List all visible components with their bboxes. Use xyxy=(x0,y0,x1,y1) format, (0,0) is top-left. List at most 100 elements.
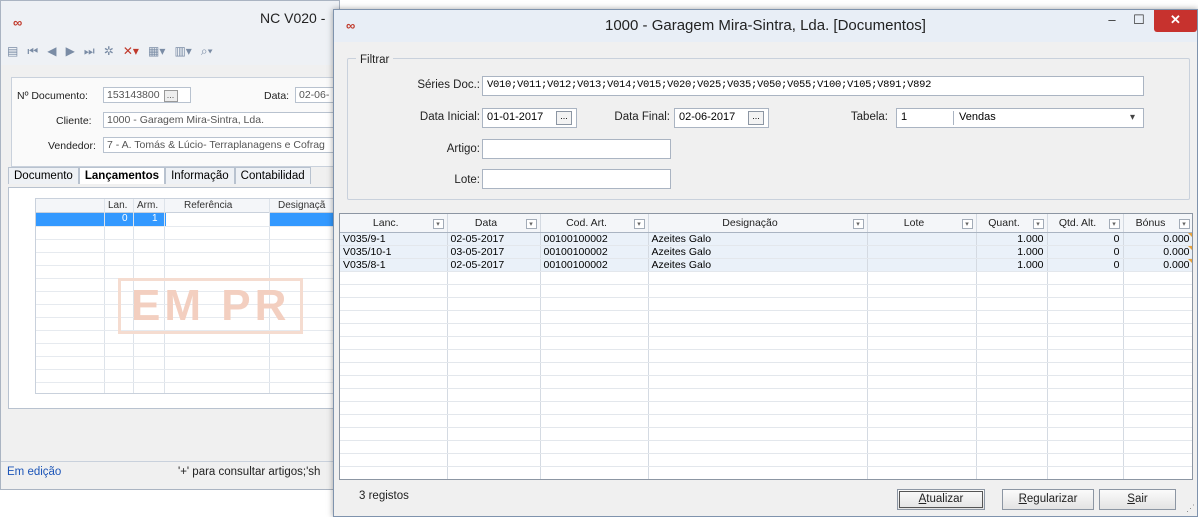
settings-icon[interactable]: ✲ xyxy=(104,44,114,58)
start-date-picker-button[interactable]: ... xyxy=(556,111,572,125)
col-header-lote[interactable]: Lote ▾ xyxy=(867,214,977,233)
filter-dropdown-icon[interactable]: ▾ xyxy=(1032,218,1044,229)
table-select[interactable]: 1 Vendas ▾ xyxy=(896,108,1144,128)
regularize-button[interactable]: Regularizar xyxy=(1002,489,1094,510)
cell-quant: 1.000 xyxy=(976,245,1048,259)
empty-row xyxy=(340,310,1192,324)
empty-cell xyxy=(867,336,977,350)
cell-data: 03-05-2017 xyxy=(447,245,541,259)
cell-lanc: V035/9-1 xyxy=(340,232,448,246)
empty-cell xyxy=(976,323,1048,337)
background-window-title: NC V020 - xyxy=(260,10,326,26)
refresh-button[interactable]: Atualizar xyxy=(897,489,985,510)
table-row[interactable]: V035/9-1 02-05-2017 00100100002 Azeites … xyxy=(340,232,1192,246)
empty-cell xyxy=(1047,427,1124,441)
empty-cell xyxy=(540,362,649,376)
client-field[interactable]: 1000 - Garagem Mira-Sintra, Lda. xyxy=(103,112,345,128)
binoculars-icon[interactable]: ⌕▾ xyxy=(201,44,213,59)
dialog-titlebar[interactable]: ∞ 1000 - Garagem Mira-Sintra, Lda. [Docu… xyxy=(334,10,1197,42)
empty-cell xyxy=(340,466,448,479)
prev-icon[interactable]: ◀ xyxy=(47,44,56,58)
empty-cell xyxy=(648,284,868,298)
article-input[interactable] xyxy=(482,139,671,159)
table-row[interactable]: V035/8-1 02-05-2017 00100100002 Azeites … xyxy=(340,258,1192,272)
last-icon[interactable]: ⏭ xyxy=(84,44,95,59)
empty-cell xyxy=(540,375,649,389)
empty-cell xyxy=(1047,414,1124,428)
new-doc-icon[interactable]: ▤ xyxy=(7,44,18,58)
seller-label: Vendedor: xyxy=(48,140,96,152)
tools-icon[interactable]: ▥▾ xyxy=(174,44,191,58)
col-header-qtd-alt[interactable]: Qtd. Alt. ▾ xyxy=(1047,214,1124,233)
empty-cell xyxy=(340,440,448,454)
documents-grid[interactable]: Lanc. ▾ Data ▾ Cod. Art. ▾ Designação ▾ Lote… xyxy=(339,213,1193,480)
empty-cell xyxy=(1047,375,1124,389)
filter-dropdown-icon[interactable]: ▾ xyxy=(633,218,645,229)
doc-number-field[interactable]: 153143800... xyxy=(103,87,191,103)
filter-dropdown-icon[interactable]: ▾ xyxy=(852,218,864,229)
empty-cell xyxy=(1047,401,1124,415)
filter-dropdown-icon[interactable]: ▾ xyxy=(961,218,973,229)
empty-cell xyxy=(447,349,541,363)
seller-field[interactable]: 7 - A. Tomás & Lúcio- Terraplanagens e C… xyxy=(103,137,345,153)
empty-cell xyxy=(1047,271,1124,285)
cell-cod-art: 00100100002 xyxy=(540,232,649,246)
chevron-down-icon[interactable]: ▾ xyxy=(1130,112,1135,123)
empty-cell xyxy=(976,466,1048,479)
empty-cell xyxy=(540,349,649,363)
empty-cell xyxy=(1047,453,1124,467)
filter-dropdown-icon[interactable]: ▾ xyxy=(432,218,444,229)
exit-button[interactable]: Sair xyxy=(1099,489,1176,510)
empty-row xyxy=(340,323,1192,337)
empty-cell xyxy=(1123,284,1192,298)
ellipsis-icon[interactable]: ... xyxy=(163,90,178,102)
empty-cell xyxy=(540,297,649,311)
end-date-picker-button[interactable]: ... xyxy=(748,111,764,125)
edit-state-text: Em edição xyxy=(7,466,62,478)
minimize-button[interactable]: – xyxy=(1100,10,1124,32)
empty-cell xyxy=(976,414,1048,428)
tab-contabilidade[interactable]: Contabilidad xyxy=(234,167,311,184)
empty-cell xyxy=(540,284,649,298)
cell-referencia-edit[interactable] xyxy=(166,213,269,226)
maximize-button[interactable]: ☐ xyxy=(1126,10,1152,32)
close-button[interactable]: ✕ xyxy=(1154,10,1197,32)
resize-grip-icon[interactable]: ⋰ xyxy=(1186,503,1195,514)
table-row[interactable]: V035/10-1 03-05-2017 00100100002 Azeites… xyxy=(340,245,1192,259)
col-header-cod-art[interactable]: Cod. Art. ▾ xyxy=(540,214,649,233)
empty-row xyxy=(340,375,1192,389)
cell-designacao: Azeites Galo xyxy=(648,258,868,272)
col-header-bonus[interactable]: Bónus ▾ xyxy=(1123,214,1192,233)
filter-dropdown-icon[interactable]: ▾ xyxy=(1178,218,1190,229)
empty-cell xyxy=(540,323,649,337)
empty-row xyxy=(340,271,1192,285)
empty-cell xyxy=(867,440,977,454)
empty-cell xyxy=(1123,401,1192,415)
tab-documento[interactable]: Documento xyxy=(8,167,79,184)
empty-cell xyxy=(540,271,649,285)
delete-icon[interactable]: ✕▾ xyxy=(123,44,139,58)
empty-cell xyxy=(976,440,1048,454)
first-icon[interactable]: ⏮ xyxy=(27,44,38,59)
next-icon[interactable]: ▶ xyxy=(66,44,75,58)
col-header-data[interactable]: Data ▾ xyxy=(447,214,541,233)
col-header-quant[interactable]: Quant. ▾ xyxy=(976,214,1048,233)
filter-dropdown-icon[interactable]: ▾ xyxy=(1108,218,1120,229)
empty-cell xyxy=(340,427,448,441)
empty-cell xyxy=(447,414,541,428)
col-header-lanc[interactable]: Lanc. ▾ xyxy=(340,214,448,233)
col-header-designacao[interactable]: Designação ▾ xyxy=(648,214,868,233)
empty-cell xyxy=(648,440,868,454)
empty-cell xyxy=(867,349,977,363)
tab-informacao[interactable]: Informação xyxy=(165,167,235,184)
series-input[interactable]: V010;V011;V012;V013;V014;V015;V020;V025;… xyxy=(482,76,1144,96)
lot-input[interactable] xyxy=(482,169,671,189)
insert-icon[interactable]: ▦▾ xyxy=(148,44,165,58)
empty-cell xyxy=(340,375,448,389)
filter-dropdown-icon[interactable]: ▾ xyxy=(525,218,537,229)
empty-cell xyxy=(540,453,649,467)
empty-cell xyxy=(447,388,541,402)
cell-lanc: V035/8-1 xyxy=(340,258,448,272)
tab-lancamentos[interactable]: Lançamentos xyxy=(78,167,166,184)
empty-cell xyxy=(1123,349,1192,363)
